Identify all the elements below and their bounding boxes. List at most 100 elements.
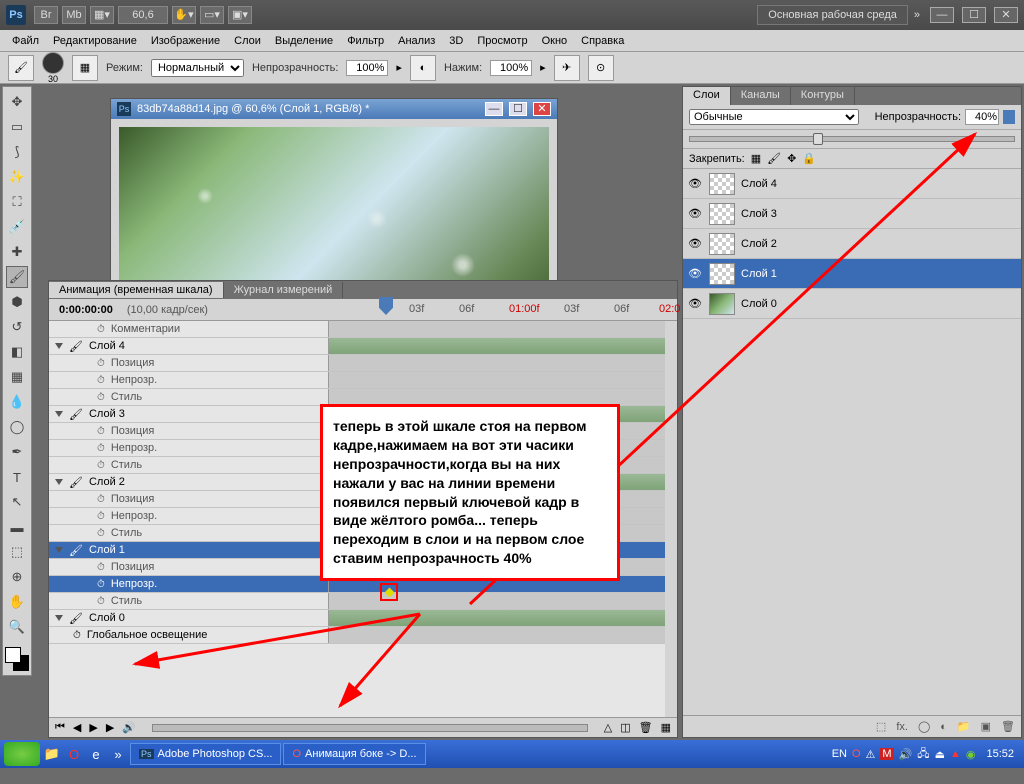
layer-fx-button[interactable]: fx. (896, 721, 908, 733)
zoom-slider-icon[interactable]: △ (604, 721, 612, 734)
crop-tool[interactable]: ⛶ (6, 191, 28, 213)
marquee-tool[interactable]: ▭ (6, 116, 28, 138)
timeline-row[interactable]: ⏱Непрозр. (49, 372, 665, 389)
brush-panel-button[interactable]: ▦ (72, 55, 98, 81)
next-frame-button[interactable]: ▶ (106, 721, 114, 734)
hand-tool[interactable]: ✋ (6, 591, 28, 613)
flow-flyout-icon[interactable]: ▸ (540, 61, 546, 74)
zoom-slider[interactable] (152, 724, 588, 732)
pressure-opacity-button[interactable]: ◐ (410, 55, 436, 81)
blur-tool[interactable]: 💧 (6, 391, 28, 413)
shape-tool[interactable]: ▬ (6, 516, 28, 538)
pressure-size-button[interactable]: ⊙ (588, 55, 614, 81)
tray-network-icon[interactable]: 🖧 (917, 745, 929, 764)
disclosure-icon[interactable] (55, 479, 63, 485)
bridge-button[interactable]: Br (34, 6, 58, 24)
stopwatch-icon[interactable]: ⏱ (73, 630, 81, 641)
stopwatch-icon[interactable]: ⏱ (97, 358, 105, 369)
timeline-row[interactable]: 🖌Слой 0 (49, 610, 665, 627)
opacity-flyout-button[interactable] (1003, 110, 1015, 124)
blend-mode-select[interactable]: Нормальный (151, 59, 244, 77)
opacity-slider[interactable] (689, 136, 1015, 142)
menu-layer[interactable]: Слои (228, 33, 267, 49)
menu-analysis[interactable]: Анализ (392, 33, 441, 49)
3d-tool[interactable]: ⬚ (6, 541, 28, 563)
airbrush-button[interactable]: ✈ (554, 55, 580, 81)
stopwatch-icon[interactable]: ⏱ (97, 579, 105, 590)
tray-m-icon[interactable]: M (880, 748, 893, 760)
minimize-button[interactable]: — (930, 7, 954, 23)
brush-preview-icon[interactable] (42, 52, 64, 74)
layer-name[interactable]: Слой 3 (741, 208, 777, 220)
clock[interactable]: 15:52 (980, 748, 1020, 760)
rewind-button[interactable]: ⏮ (55, 721, 65, 734)
visibility-icon[interactable]: 👁 (687, 297, 703, 310)
lasso-tool[interactable]: ⟆ (6, 141, 28, 163)
layer-opacity-input[interactable]: 40% (965, 109, 999, 125)
tray-volume-icon[interactable]: 🔊 (899, 748, 913, 761)
layer-name[interactable]: Слой 4 (741, 178, 777, 190)
workspace-switcher[interactable]: Основная рабочая среда (757, 5, 908, 25)
menu-select[interactable]: Выделение (269, 33, 339, 49)
layer-row[interactable]: 👁Слой 3 (683, 199, 1021, 229)
tab-paths[interactable]: Контуры (791, 87, 855, 105)
menu-filter[interactable]: Фильтр (341, 33, 390, 49)
eyedropper-tool[interactable]: 💉 (6, 216, 28, 238)
ql-folder-icon[interactable]: 📁 (42, 744, 62, 764)
stopwatch-icon[interactable]: ⏱ (97, 392, 105, 403)
menu-3d[interactable]: 3D (443, 33, 469, 49)
menu-image[interactable]: Изображение (145, 33, 226, 49)
tray-nvidia-icon[interactable]: ◉ (966, 748, 976, 761)
stopwatch-icon[interactable]: ⏱ (97, 562, 105, 573)
pen-tool[interactable]: ✒ (6, 441, 28, 463)
start-button[interactable] (4, 742, 40, 766)
playhead-icon[interactable] (379, 297, 393, 315)
audio-button[interactable]: 🔊 (122, 721, 136, 734)
menu-help[interactable]: Справка (575, 33, 630, 49)
lock-all-button[interactable]: 🔒 (802, 152, 816, 165)
wand-tool[interactable]: ✨ (6, 166, 28, 188)
path-select-tool[interactable]: ↖ (6, 491, 28, 513)
hand-tool-button[interactable]: ✋▾ (172, 6, 196, 24)
fps-label[interactable]: (10,00 кадр/сек) (127, 304, 208, 316)
track-lane[interactable] (329, 372, 665, 388)
timeline-row[interactable]: ⏱Глобальное освещение (49, 627, 665, 644)
layer-blend-select[interactable]: Обычные (689, 109, 859, 125)
delete-button[interactable]: 🗑 (639, 721, 653, 734)
lock-pixels-button[interactable]: 🖌 (767, 152, 781, 165)
tray-shield-icon[interactable]: ⚠ (866, 748, 876, 761)
adjustment-layer-button[interactable]: ◐ (940, 721, 947, 733)
minibridge-button[interactable]: Mb (62, 6, 86, 24)
play-button[interactable]: ▶ (89, 721, 97, 734)
tray-opera-icon[interactable]: O (852, 748, 861, 760)
doc-close-button[interactable]: ✕ (533, 102, 551, 116)
layer-name[interactable]: Слой 0 (741, 298, 777, 310)
visibility-icon[interactable]: 👁 (687, 177, 703, 190)
flow-input[interactable]: 100% (490, 60, 532, 76)
stopwatch-icon[interactable]: ⏱ (97, 511, 105, 522)
track-lane[interactable] (329, 338, 665, 354)
heal-tool[interactable]: ✚ (6, 241, 28, 263)
disclosure-icon[interactable] (55, 343, 63, 349)
tray-avira-icon[interactable]: ▲ (950, 748, 961, 760)
ql-opera-icon[interactable]: O (64, 744, 84, 764)
tab-animation[interactable]: Анимация (временная шкала) (49, 282, 224, 298)
disclosure-icon[interactable] (55, 547, 63, 553)
layer-name[interactable]: Слой 1 (741, 268, 777, 280)
view-extras-button[interactable]: ▦▾ (90, 6, 114, 24)
lock-position-button[interactable]: ✥ (787, 152, 796, 165)
layer-row[interactable]: 👁Слой 2 (683, 229, 1021, 259)
lock-transparent-button[interactable]: ▦ (751, 152, 761, 165)
disclosure-icon[interactable] (55, 411, 63, 417)
layer-row[interactable]: 👁Слой 1 (683, 259, 1021, 289)
color-swatches[interactable] (5, 647, 29, 671)
screenmode-button[interactable]: ▣▾ (228, 6, 252, 24)
time-ruler[interactable]: 03f 06f 01:00f 03f 06f 02:0 (329, 299, 677, 320)
stopwatch-icon[interactable]: ⏱ (97, 426, 105, 437)
disclosure-icon[interactable] (55, 615, 63, 621)
track-lane[interactable] (329, 627, 665, 643)
menu-edit[interactable]: Редактирование (47, 33, 143, 49)
menu-file[interactable]: Файл (6, 33, 45, 49)
zoom-tool[interactable]: 🔍 (6, 616, 28, 638)
menu-view[interactable]: Просмотр (471, 33, 533, 49)
